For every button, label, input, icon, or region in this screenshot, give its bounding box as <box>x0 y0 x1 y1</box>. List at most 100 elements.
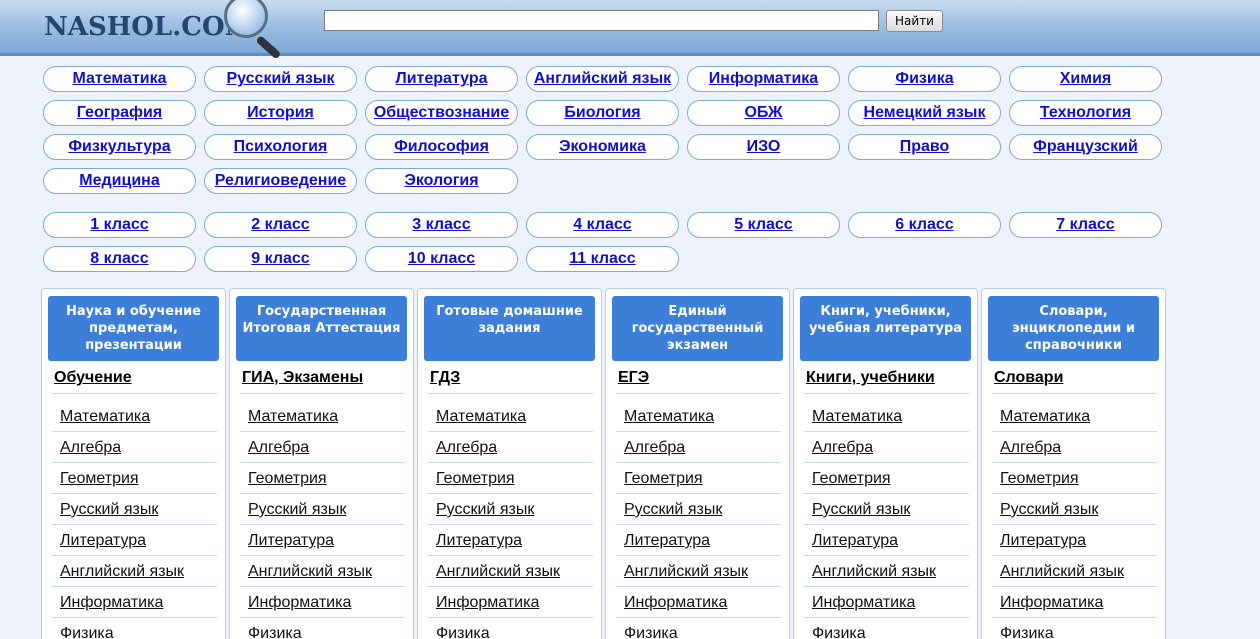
grade-link[interactable]: 6 класс <box>848 212 1001 238</box>
site-header: NASHOL.COM Найти <box>0 0 1260 60</box>
subject-link[interactable]: Немецкий язык <box>848 100 1001 126</box>
subject-link[interactable]: Английский язык <box>526 66 679 92</box>
list-item[interactable]: Алгебра <box>240 432 405 463</box>
grade-link[interactable]: 8 класс <box>43 246 196 272</box>
column-header[interactable]: Книги, учебники, учебная литература <box>800 296 971 361</box>
list-item[interactable]: Информатика <box>992 587 1157 618</box>
column-header[interactable]: Государственная Итоговая Аттестация <box>236 296 407 361</box>
site-logo[interactable]: NASHOL.COM <box>44 12 253 42</box>
subject-link[interactable]: Технология <box>1009 100 1162 126</box>
subject-link[interactable]: ИЗО <box>687 134 840 160</box>
subject-link[interactable]: Психология <box>204 134 357 160</box>
list-item[interactable]: Русский язык <box>240 494 405 525</box>
subject-link[interactable]: Физкультура <box>43 134 196 160</box>
list-item[interactable]: Физика <box>804 618 969 639</box>
list-item[interactable]: Английский язык <box>240 556 405 587</box>
list-item[interactable]: Геометрия <box>428 463 593 494</box>
list-item[interactable]: Информатика <box>804 587 969 618</box>
subject-link[interactable]: Математика <box>43 66 196 92</box>
list-item[interactable]: Математика <box>992 401 1157 432</box>
list-item[interactable]: Геометрия <box>992 463 1157 494</box>
list-item[interactable]: Физика <box>240 618 405 639</box>
section-column-gia: Государственная Итоговая Аттестация ГИА,… <box>229 288 414 639</box>
grade-link[interactable]: 5 класс <box>687 212 840 238</box>
list-item[interactable]: Английский язык <box>52 556 217 587</box>
list-item[interactable]: Английский язык <box>428 556 593 587</box>
list-item[interactable]: Алгебра <box>428 432 593 463</box>
subject-link[interactable]: История <box>204 100 357 126</box>
list-item[interactable]: Физика <box>428 618 593 639</box>
list-item[interactable]: Английский язык <box>616 556 781 587</box>
subject-link[interactable]: Экономика <box>526 134 679 160</box>
list-item[interactable]: Русский язык <box>428 494 593 525</box>
grade-link[interactable]: 4 класс <box>526 212 679 238</box>
column-title-link[interactable]: ГИА, Экзамены <box>242 369 363 387</box>
list-item[interactable]: Геометрия <box>240 463 405 494</box>
list-item[interactable]: Литература <box>616 525 781 556</box>
grade-link[interactable]: 10 класс <box>365 246 518 272</box>
list-item[interactable]: Информатика <box>52 587 217 618</box>
subject-link[interactable]: Русский язык <box>204 66 357 92</box>
subject-link[interactable]: Право <box>848 134 1001 160</box>
column-header[interactable]: Наука и обучение предметам, презентации <box>48 296 219 361</box>
list-item[interactable]: Английский язык <box>992 556 1157 587</box>
grade-link[interactable]: 11 класс <box>526 246 679 272</box>
list-item[interactable]: Литература <box>804 525 969 556</box>
grade-link[interactable]: 1 класс <box>43 212 196 238</box>
list-item[interactable]: Математика <box>52 401 217 432</box>
subject-link[interactable]: ОБЖ <box>687 100 840 126</box>
list-item[interactable]: Геометрия <box>52 463 217 494</box>
subject-link[interactable]: Биология <box>526 100 679 126</box>
list-item[interactable]: Алгебра <box>616 432 781 463</box>
list-item[interactable]: Математика <box>804 401 969 432</box>
list-item[interactable]: Физика <box>52 618 217 639</box>
subject-link[interactable]: Обществознание <box>365 100 518 126</box>
column-header[interactable]: Единый государственный экзамен <box>612 296 783 361</box>
column-title-link[interactable]: Книги, учебники <box>806 369 935 387</box>
list-item[interactable]: Математика <box>428 401 593 432</box>
column-title-link[interactable]: Словари <box>994 369 1063 387</box>
list-item[interactable]: Алгебра <box>992 432 1157 463</box>
list-item[interactable]: Русский язык <box>616 494 781 525</box>
list-item[interactable]: Геометрия <box>804 463 969 494</box>
list-item[interactable]: Информатика <box>428 587 593 618</box>
search-input[interactable] <box>324 10 879 31</box>
grade-link[interactable]: 9 класс <box>204 246 357 272</box>
subject-link[interactable]: Экология <box>365 168 518 194</box>
list-item[interactable]: Литература <box>240 525 405 556</box>
list-item[interactable]: Физика <box>616 618 781 639</box>
subject-link[interactable]: География <box>43 100 196 126</box>
subject-link[interactable]: Религиоведение <box>204 168 357 194</box>
column-title-link[interactable]: Обучение <box>54 369 132 387</box>
column-header[interactable]: Готовые домашние задания <box>424 296 595 361</box>
subject-link[interactable]: Информатика <box>687 66 840 92</box>
list-item[interactable]: Русский язык <box>804 494 969 525</box>
column-header[interactable]: Словари, энциклопедии и справочники <box>988 296 1159 361</box>
column-title-link[interactable]: ЕГЭ <box>618 369 649 387</box>
grade-link[interactable]: 7 класс <box>1009 212 1162 238</box>
subject-link[interactable]: Французский <box>1009 134 1162 160</box>
list-item[interactable]: Русский язык <box>52 494 217 525</box>
list-item[interactable]: Математика <box>240 401 405 432</box>
list-item[interactable]: Алгебра <box>52 432 217 463</box>
list-item[interactable]: Геометрия <box>616 463 781 494</box>
list-item[interactable]: Информатика <box>240 587 405 618</box>
list-item[interactable]: Литература <box>52 525 217 556</box>
grade-link[interactable]: 2 класс <box>204 212 357 238</box>
list-item[interactable]: Информатика <box>616 587 781 618</box>
list-item[interactable]: Английский язык <box>804 556 969 587</box>
list-item[interactable]: Литература <box>428 525 593 556</box>
list-item[interactable]: Математика <box>616 401 781 432</box>
subject-link[interactable]: Медицина <box>43 168 196 194</box>
list-item[interactable]: Русский язык <box>992 494 1157 525</box>
list-item[interactable]: Алгебра <box>804 432 969 463</box>
grade-link[interactable]: 3 класс <box>365 212 518 238</box>
column-title-link[interactable]: ГДЗ <box>430 369 460 387</box>
subject-link[interactable]: Литература <box>365 66 518 92</box>
search-button[interactable]: Найти <box>886 10 943 32</box>
subject-link[interactable]: Физика <box>848 66 1001 92</box>
subject-link[interactable]: Химия <box>1009 66 1162 92</box>
list-item[interactable]: Физика <box>992 618 1157 639</box>
list-item[interactable]: Литература <box>992 525 1157 556</box>
subject-link[interactable]: Философия <box>365 134 518 160</box>
